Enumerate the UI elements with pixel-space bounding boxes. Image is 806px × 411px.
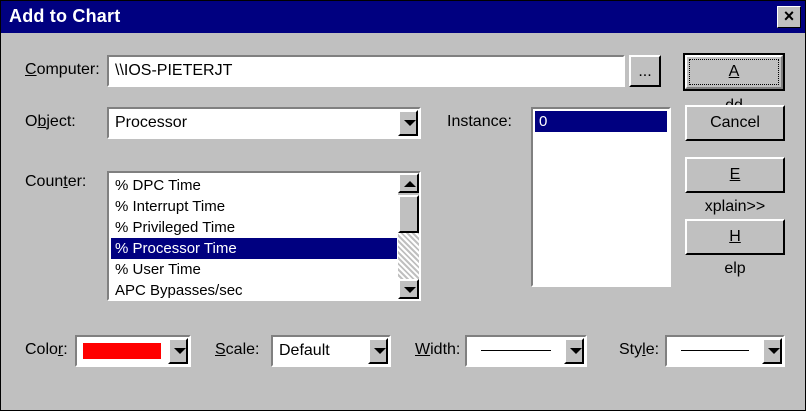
counter-label: Counter: <box>25 173 87 190</box>
width-dropdown-button[interactable] <box>564 338 584 364</box>
counter-scrollbar[interactable] <box>398 173 419 299</box>
style-dropdown[interactable] <box>665 335 785 367</box>
object-value: Processor <box>115 114 188 131</box>
scale-dropdown[interactable]: Default <box>271 335 391 367</box>
browse-computer-button[interactable]: ... <box>629 55 661 87</box>
scroll-thumb[interactable] <box>398 195 419 233</box>
counter-item[interactable]: % Privileged Time <box>111 217 397 238</box>
scroll-track[interactable] <box>398 233 419 279</box>
chevron-down-icon <box>768 348 780 354</box>
chevron-down-icon <box>404 120 416 126</box>
color-dropdown-button[interactable] <box>168 338 188 364</box>
browse-label: ... <box>638 63 652 80</box>
color-label: Color: <box>25 341 68 358</box>
window-title: Add to Chart <box>9 6 121 26</box>
scale-dropdown-button[interactable] <box>368 338 388 364</box>
add-button[interactable]: Add <box>683 53 785 114</box>
color-dropdown[interactable] <box>75 335 191 367</box>
explain-button[interactable]: Explain>> <box>685 157 785 215</box>
style-dropdown-button[interactable] <box>762 338 782 364</box>
counter-item-selected[interactable]: % Processor Time <box>111 238 397 259</box>
chevron-down-icon <box>404 287 416 293</box>
counter-item[interactable]: % Interrupt Time <box>111 196 397 217</box>
close-button[interactable]: × <box>777 6 801 28</box>
cancel-label: Cancel <box>710 114 760 131</box>
cancel-button[interactable]: Cancel <box>685 105 785 141</box>
close-icon: × <box>783 6 795 26</box>
scale-value: Default <box>279 342 330 359</box>
instance-list[interactable]: 0 <box>531 107 671 287</box>
help-button[interactable]: Help <box>685 219 785 277</box>
add-to-chart-dialog: Add to Chart × Computer: \\IOS-PIETERJT … <box>0 0 806 411</box>
instance-item-0[interactable]: 0 <box>535 111 667 132</box>
counter-item[interactable]: % User Time <box>111 259 397 280</box>
chevron-down-icon <box>174 348 186 354</box>
color-swatch <box>83 343 161 359</box>
counter-item[interactable]: APC Bypasses/sec <box>111 280 397 301</box>
counter-list[interactable]: % DPC Time % Interrupt Time % Privileged… <box>107 171 421 301</box>
scale-label: Scale: <box>215 341 260 358</box>
counter-item[interactable]: % DPC Time <box>111 175 397 196</box>
title-bar[interactable]: Add to Chart × <box>1 1 805 33</box>
object-label: Object: <box>25 113 76 130</box>
computer-label: Computer: <box>25 61 100 78</box>
scroll-up-button[interactable] <box>398 173 419 193</box>
computer-field[interactable]: \\IOS-PIETERJT <box>107 55 625 87</box>
line-style-sample <box>681 350 749 351</box>
chevron-up-icon <box>404 181 416 187</box>
line-width-sample <box>481 350 551 351</box>
object-dropdown[interactable]: Processor <box>107 107 421 139</box>
scroll-down-button[interactable] <box>398 279 419 299</box>
width-dropdown[interactable] <box>465 335 587 367</box>
explain-label: Explain>> <box>704 166 766 215</box>
object-dropdown-button[interactable] <box>398 110 418 136</box>
style-label: Style: <box>619 341 660 358</box>
width-label: Width: <box>415 341 461 358</box>
chevron-down-icon <box>570 348 582 354</box>
instance-label: Instance: <box>447 113 512 130</box>
computer-value: \\IOS-PIETERJT <box>115 62 233 79</box>
chevron-down-icon <box>374 348 386 354</box>
help-label: Help <box>724 228 746 277</box>
